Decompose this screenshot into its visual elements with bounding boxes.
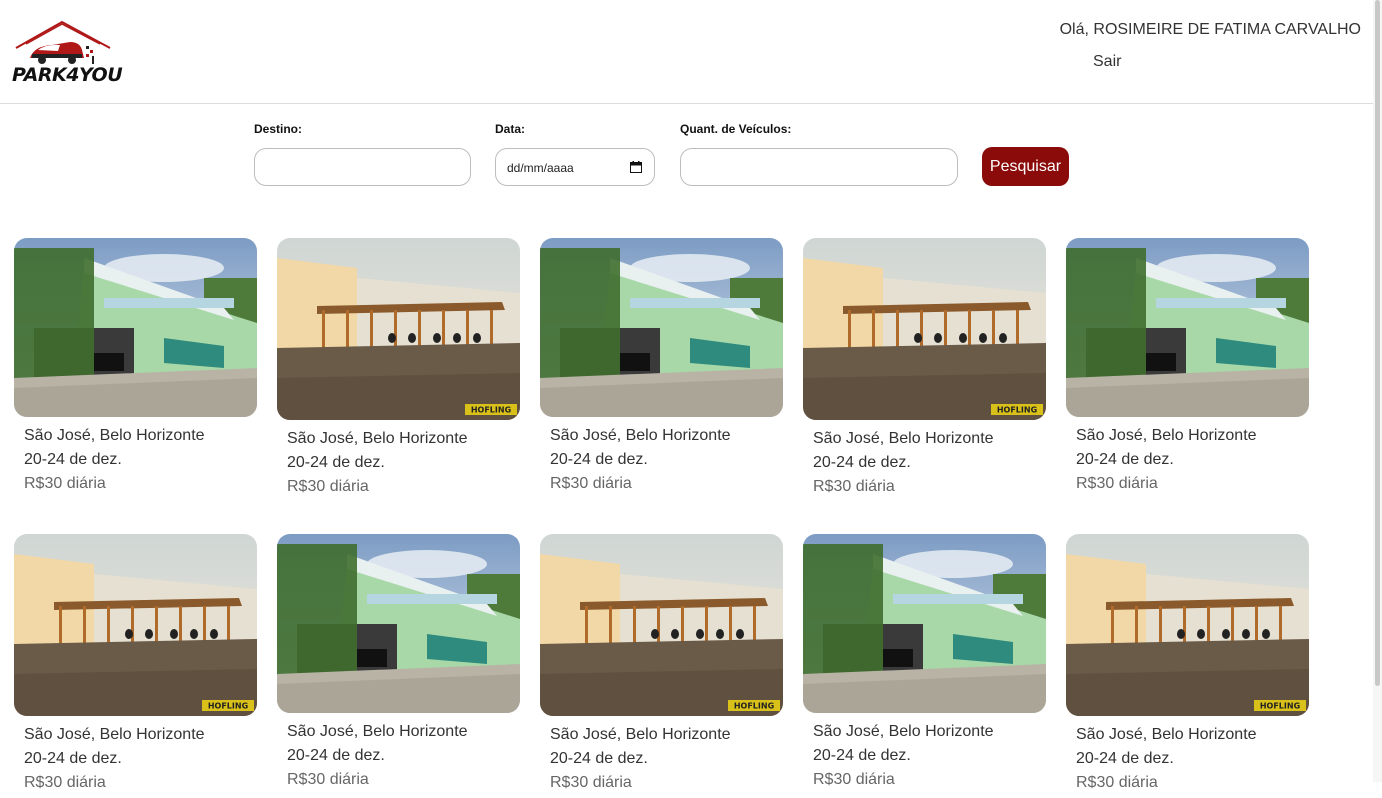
listing-card[interactable]: HOFLING São José, Belo Horizonte 20-24 de… <box>14 534 257 791</box>
date-placeholder: dd/mm/aaaa <box>507 161 574 175</box>
user-greeting: Olá, ROSIMEIRE DE FATIMA CARVALHO <box>1059 21 1361 38</box>
calendar-icon[interactable] <box>630 161 642 173</box>
svg-text:HOFLING: HOFLING <box>471 406 511 415</box>
listing-location: São José, Belo Horizonte <box>1076 427 1257 444</box>
listing-photo[interactable] <box>14 238 257 417</box>
listing-price: R$30 diária <box>1076 774 1158 791</box>
park4you-logo[interactable]: PARK4YOU <box>12 18 123 94</box>
listing-dates: 20-24 de dez. <box>1076 451 1174 468</box>
date-label: Data: <box>495 122 526 136</box>
listing-price: R$30 diária <box>813 478 895 495</box>
search-button[interactable]: Pesquisar <box>982 147 1069 186</box>
destination-label: Destino: <box>254 122 302 136</box>
listing-photo[interactable] <box>1066 238 1309 417</box>
listing-dates: 20-24 de dez. <box>287 747 385 764</box>
listing-price: R$30 diária <box>550 774 632 791</box>
listing-price: R$30 diária <box>287 771 369 788</box>
listing-dates: 20-24 de dez. <box>24 451 122 468</box>
listing-photo[interactable] <box>540 238 783 417</box>
listing-dates: 20-24 de dez. <box>24 750 122 767</box>
destination-input[interactable] <box>254 148 471 186</box>
date-input[interactable]: dd/mm/aaaa <box>495 148 655 186</box>
listing-location: São José, Belo Horizonte <box>813 723 994 740</box>
site-header: PARK4YOU Olá, ROSIMEIRE DE FATIMA CARVAL… <box>0 0 1382 104</box>
listing-photo[interactable] <box>277 534 520 713</box>
listing-location: São José, Belo Horizonte <box>287 430 468 447</box>
svg-text:HOFLING: HOFLING <box>997 406 1037 415</box>
house-car-logo-icon <box>15 20 111 64</box>
listing-dates: 20-24 de dez. <box>550 451 648 468</box>
listing-location: São José, Belo Horizonte <box>24 726 205 743</box>
listing-location: São José, Belo Horizonte <box>1076 726 1257 743</box>
listing-price: R$30 diária <box>24 475 106 492</box>
listing-photo[interactable]: HOFLING <box>1066 534 1309 716</box>
listing-photo[interactable]: HOFLING <box>14 534 257 716</box>
listing-price: R$30 diária <box>550 475 632 492</box>
listing-photo[interactable] <box>803 534 1046 713</box>
scrollbar-thumb[interactable] <box>1375 0 1380 686</box>
brand-name: PARK4YOU <box>12 64 123 86</box>
page-scrollbar[interactable] <box>1373 0 1382 782</box>
svg-text:HOFLING: HOFLING <box>208 702 248 711</box>
vehicles-label: Quant. de Veículos: <box>680 122 792 136</box>
listing-card[interactable]: HOFLING São José, Belo Horizonte 20-24 de… <box>1066 534 1309 791</box>
listing-photo[interactable]: HOFLING <box>803 238 1046 420</box>
svg-text:HOFLING: HOFLING <box>1260 702 1300 711</box>
listing-location: São José, Belo Horizonte <box>287 723 468 740</box>
listing-price: R$30 diária <box>287 478 369 495</box>
listing-price: R$30 diária <box>1076 475 1158 492</box>
listing-dates: 20-24 de dez. <box>1076 750 1174 767</box>
listing-location: São José, Belo Horizonte <box>24 427 205 444</box>
listing-dates: 20-24 de dez. <box>813 747 911 764</box>
listing-card[interactable]: São José, Belo Horizonte 20-24 de dez. R$3… <box>803 534 1046 788</box>
listing-dates: 20-24 de dez. <box>813 454 911 471</box>
listing-location: São José, Belo Horizonte <box>550 726 731 743</box>
listing-location: São José, Belo Horizonte <box>550 427 731 444</box>
listing-dates: 20-24 de dez. <box>550 750 648 767</box>
listing-photo[interactable]: HOFLING <box>277 238 520 420</box>
svg-text:HOFLING: HOFLING <box>734 702 774 711</box>
listing-location: São José, Belo Horizonte <box>813 430 994 447</box>
listing-card[interactable]: HOFLING São José, Belo Horizonte 20-24 de… <box>540 534 783 791</box>
listing-photo[interactable]: HOFLING <box>540 534 783 716</box>
listing-price: R$30 diária <box>24 774 106 791</box>
listing-card[interactable]: São José, Belo Horizonte 20-24 de dez. R$3… <box>277 534 520 788</box>
listing-dates: 20-24 de dez. <box>287 454 385 471</box>
listing-price: R$30 diária <box>813 771 895 788</box>
logout-link[interactable]: Sair <box>1093 53 1121 71</box>
vehicles-input[interactable] <box>680 148 958 186</box>
